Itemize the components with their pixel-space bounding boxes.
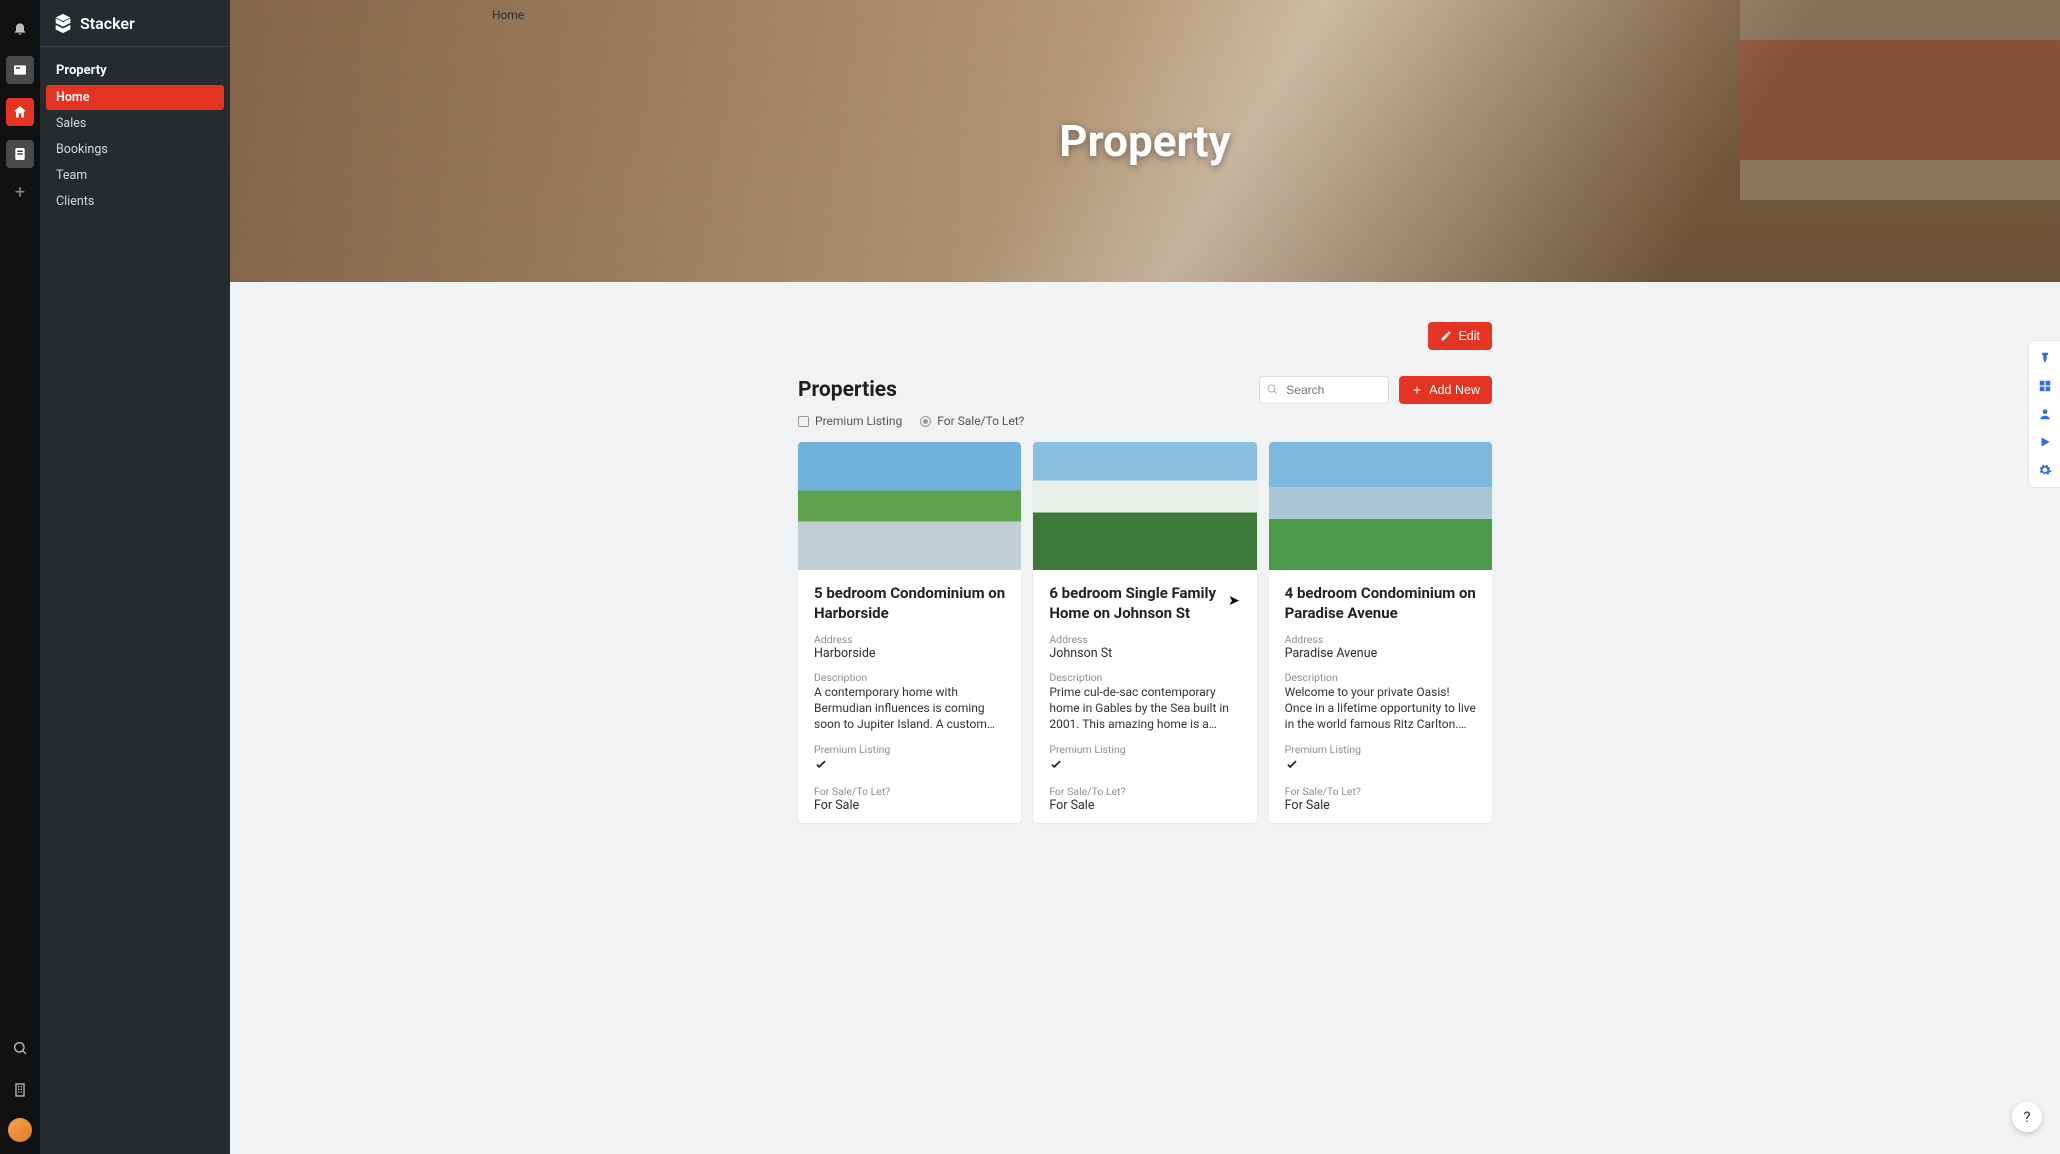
app-card-icon[interactable] [6, 56, 34, 84]
description-label: Description [1285, 671, 1476, 684]
search-box [1259, 376, 1389, 404]
help-button[interactable]: ? [2012, 1102, 2042, 1132]
add-new-label: Add New [1429, 383, 1480, 397]
sidebar-title: Property [46, 57, 224, 84]
check-icon [1049, 756, 1240, 775]
card-title: 6 bedroom Single Family Home on Johnson … [1049, 584, 1240, 623]
sale-value: For Sale [1049, 798, 1240, 813]
description-value: Welcome to your private Oasis! Once in a… [1285, 684, 1476, 733]
description-value: A contemporary home with Bermudian influ… [814, 684, 1005, 733]
nav-sales[interactable]: Sales [46, 111, 224, 136]
add-new-button[interactable]: Add New [1399, 376, 1492, 404]
checkbox-icon [798, 416, 809, 427]
card-image [798, 442, 1021, 570]
sale-value: For Sale [1285, 798, 1476, 813]
sale-value: For Sale [814, 798, 1005, 813]
list-title: Properties [798, 378, 897, 402]
check-icon [814, 756, 1005, 775]
property-card[interactable]: 6 bedroom Single Family Home on Johnson … [1033, 442, 1256, 823]
sale-label: For Sale/To Let? [814, 785, 1005, 798]
premium-label: Premium Listing [1049, 743, 1240, 756]
address-value: Paradise Avenue [1285, 646, 1476, 661]
card-title: 4 bedroom Condominium on Paradise Avenue [1285, 584, 1476, 623]
brand-name: Stacker [80, 14, 135, 33]
nav-clients[interactable]: Clients [46, 189, 224, 214]
search-icon[interactable] [6, 1034, 34, 1062]
paint-icon[interactable] [2038, 351, 2052, 365]
radio-icon [920, 416, 931, 427]
address-label: Address [814, 633, 1005, 646]
address-value: Harborside [814, 646, 1005, 661]
card-title: 5 bedroom Condominium on Harborside [814, 584, 1005, 623]
building-icon[interactable] [6, 1076, 34, 1104]
pencil-icon [1440, 330, 1452, 342]
address-value: Johnson St [1049, 646, 1240, 661]
gear-icon[interactable] [2038, 463, 2052, 477]
edit-label: Edit [1458, 329, 1480, 343]
content: Edit Properties Add New Premium Listing [798, 282, 1492, 883]
description-label: Description [1049, 671, 1240, 684]
brand-logo-icon [52, 12, 74, 34]
hero-title: Property [1059, 115, 1230, 167]
grid-icon[interactable] [2038, 379, 2052, 393]
search-input-icon [1266, 383, 1278, 395]
filter-premium[interactable]: Premium Listing [798, 414, 902, 428]
sale-label: For Sale/To Let? [1285, 785, 1476, 798]
avatar[interactable] [8, 1118, 32, 1142]
address-label: Address [1285, 633, 1476, 646]
premium-label: Premium Listing [1285, 743, 1476, 756]
hero: Home Property [230, 0, 2060, 282]
notifications-icon[interactable] [6, 14, 34, 42]
property-card[interactable]: 4 bedroom Condominium on Paradise Avenue… [1269, 442, 1492, 823]
brand[interactable]: Stacker [40, 0, 230, 46]
search-input[interactable] [1259, 376, 1389, 404]
description-value: Prime cul-de-sac contemporary home in Ga… [1049, 684, 1240, 733]
filter-premium-label: Premium Listing [815, 414, 902, 428]
add-app-icon[interactable]: + [15, 182, 25, 203]
edit-button[interactable]: Edit [1428, 322, 1492, 350]
description-label: Description [814, 671, 1005, 684]
icon-rail: + [0, 0, 40, 1154]
app-doc-icon[interactable] [6, 140, 34, 168]
check-icon [1285, 756, 1476, 775]
property-card[interactable]: 5 bedroom Condominium on Harborside Addr… [798, 442, 1021, 823]
play-icon[interactable] [2038, 435, 2052, 449]
premium-label: Premium Listing [814, 743, 1005, 756]
app-home-icon[interactable] [6, 98, 34, 126]
filter-sale[interactable]: For Sale/To Let? [920, 414, 1024, 428]
sidebar: Stacker Property Home Sales Bookings Tea… [40, 0, 230, 1154]
nav-home[interactable]: Home [46, 85, 224, 110]
main: Home Property Edit Properties Add New [230, 0, 2060, 1154]
breadcrumb[interactable]: Home [492, 8, 524, 22]
card-image [1269, 442, 1492, 570]
nav-bookings[interactable]: Bookings [46, 137, 224, 162]
sale-label: For Sale/To Let? [1049, 785, 1240, 798]
filter-sale-label: For Sale/To Let? [937, 414, 1024, 428]
nav-team[interactable]: Team [46, 163, 224, 188]
plus-icon [1411, 384, 1423, 396]
right-rail [2028, 340, 2060, 488]
cards-grid: 5 bedroom Condominium on Harborside Addr… [798, 442, 1492, 823]
card-image [1033, 442, 1256, 570]
user-icon[interactable] [2038, 407, 2052, 421]
address-label: Address [1049, 633, 1240, 646]
